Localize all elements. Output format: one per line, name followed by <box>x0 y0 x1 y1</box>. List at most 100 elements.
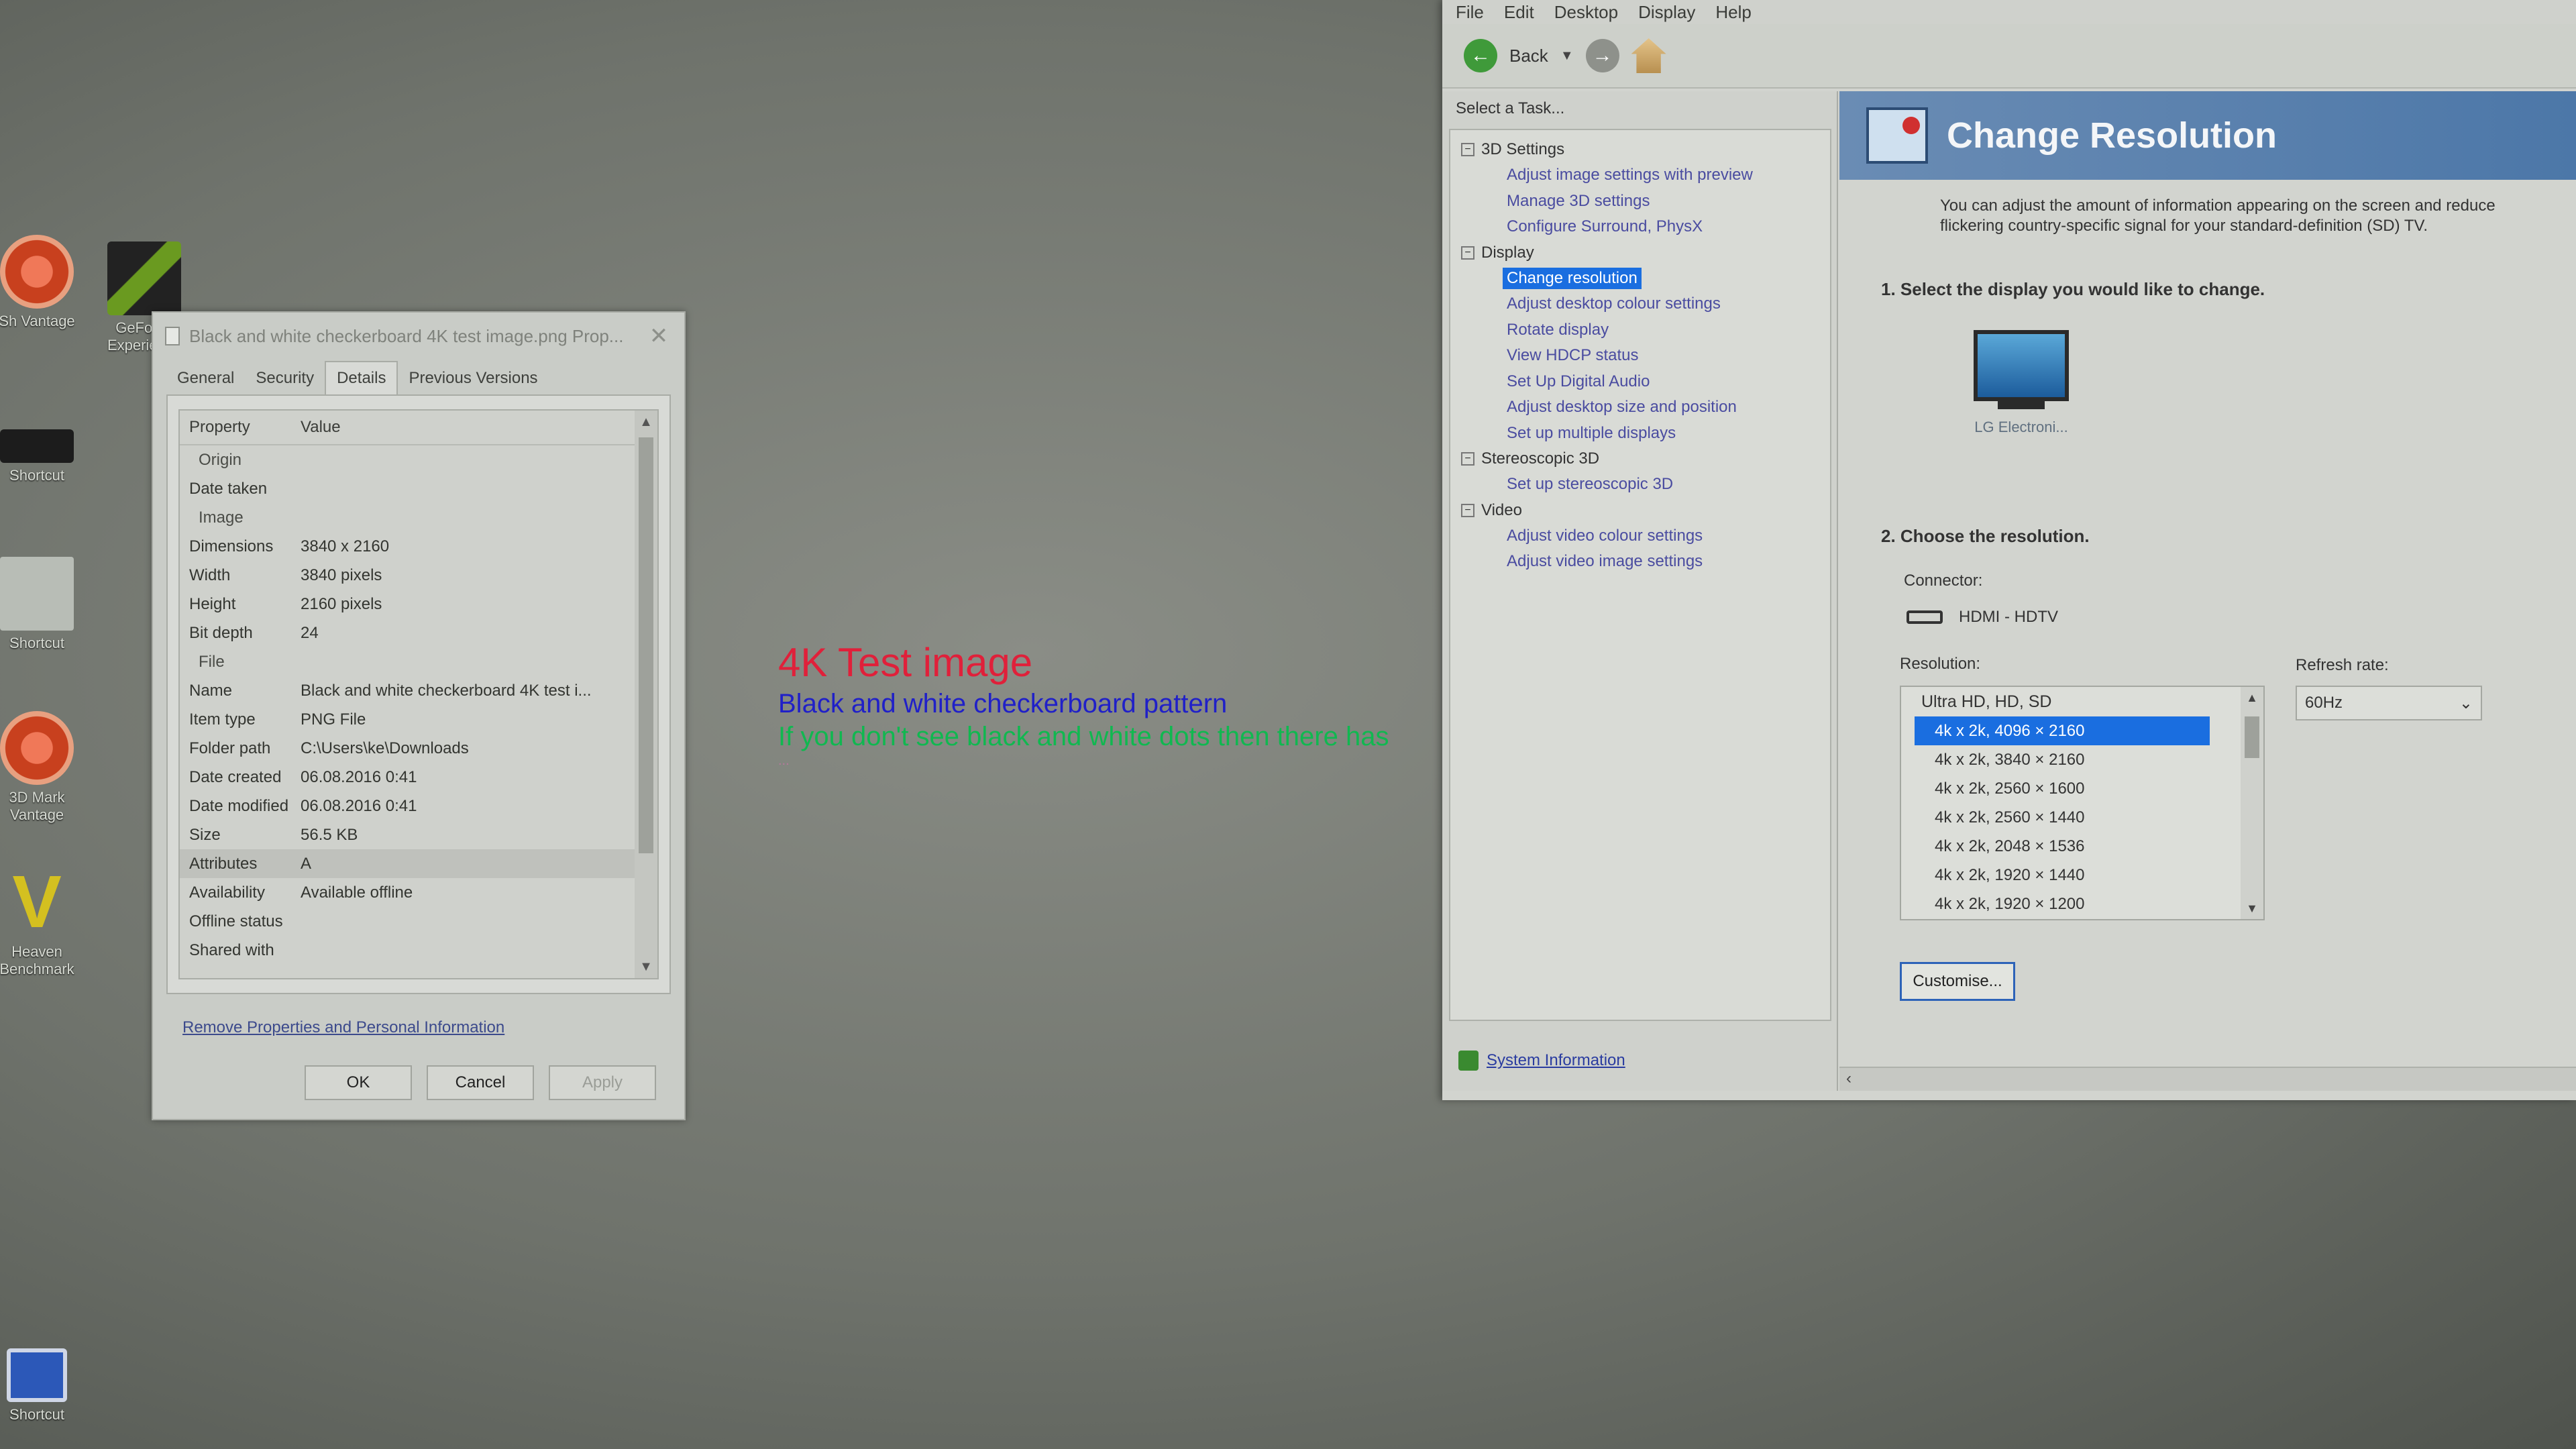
remove-properties-link[interactable]: Remove Properties and Personal Informati… <box>182 1018 504 1037</box>
tab-previous-versions[interactable]: Previous Versions <box>398 362 548 394</box>
resolution-option[interactable]: 4k x 2k, 2048 × 1536 <box>1901 832 2243 861</box>
tree-item[interactable]: Set up multiple displays <box>1450 421 1830 447</box>
tree-item[interactable]: Adjust desktop colour settings <box>1450 291 1830 317</box>
horizontal-scrollbar[interactable]: ‹ <box>1839 1067 2576 1091</box>
scroll-thumb[interactable] <box>2245 716 2259 758</box>
property-row[interactable]: Name Black and white checkerboard 4K test… <box>180 676 657 705</box>
tree-item[interactable]: Adjust desktop size and position <box>1450 394 1830 421</box>
back-button-label[interactable]: Back <box>1509 46 1548 66</box>
tree-item[interactable]: View HDCP status <box>1450 343 1830 369</box>
task-pane: Select a Task... −3D Settings Adjust imag… <box>1442 91 1838 1091</box>
collapse-icon[interactable]: − <box>1461 246 1474 260</box>
property-row[interactable]: Folder path C:\Users\ke\Downloads <box>180 734 657 763</box>
resolution-option[interactable]: 4k x 2k, 1920 × 1440 <box>1901 861 2243 890</box>
collapse-icon[interactable]: − <box>1461 452 1474 466</box>
tree-item[interactable]: Set up stereoscopic 3D <box>1450 472 1830 498</box>
tab-details[interactable]: Details <box>325 361 398 394</box>
scroll-left-icon[interactable]: ‹ <box>1846 1069 1851 1087</box>
refresh-rate-label: Refresh rate: <box>2296 656 2389 674</box>
property-list[interactable]: Property Value Origin Date taken Image Dime… <box>178 409 659 979</box>
property-row[interactable]: Date modified 06.08.2016 0:41 <box>180 792 657 820</box>
cancel-button[interactable]: Cancel <box>427 1065 534 1100</box>
vertical-scrollbar[interactable]: ▲ ▼ <box>2241 687 2263 919</box>
property-name: Attributes <box>189 854 258 873</box>
tree-group[interactable]: − Video <box>1450 498 1830 523</box>
menu-edit[interactable]: Edit <box>1504 2 1534 23</box>
resolution-option[interactable]: 4k x 2k, 2560 × 1440 <box>1901 803 2243 832</box>
menu-desktop[interactable]: Desktop <box>1554 2 1618 23</box>
tab-general[interactable]: General <box>166 362 245 394</box>
system-information-label[interactable]: System Information <box>1487 1051 1625 1070</box>
property-row[interactable]: Availability Available offline <box>180 878 657 907</box>
tree-item-label: Set up stereoscopic 3D <box>1507 475 1674 494</box>
close-icon[interactable]: ✕ <box>645 323 672 350</box>
property-row[interactable]: Offline status <box>180 907 657 936</box>
desktop-icon[interactable]: Shortcut <box>0 429 87 484</box>
ok-button[interactable]: OK <box>305 1065 412 1100</box>
property-row[interactable]: Shared with <box>180 936 657 965</box>
desktop-icon[interactable]: Shortcut <box>0 1348 87 1424</box>
system-information-link[interactable]: System Information <box>1458 1051 1625 1071</box>
tab-security[interactable]: Security <box>245 362 325 394</box>
home-icon[interactable] <box>1631 38 1666 73</box>
property-value: Black and white checkerboard 4K test i..… <box>301 681 592 700</box>
tree-item[interactable]: Rotate display <box>1450 317 1830 343</box>
tree-group[interactable]: − Display <box>1450 240 1830 266</box>
property-group-row[interactable]: Origin <box>180 445 657 474</box>
resolution-option[interactable]: 4k x 2k, 2560 × 1600 <box>1901 774 2243 803</box>
dialog-titlebar[interactable]: Black and white checkerboard 4K test ima… <box>153 313 684 360</box>
back-arrow-icon[interactable]: ← <box>1464 39 1497 72</box>
property-group-row[interactable]: File <box>180 647 657 676</box>
menu-file[interactable]: File <box>1456 2 1484 23</box>
menu-display[interactable]: Display <box>1638 2 1695 23</box>
property-row[interactable]: Bit depth 24 <box>180 619 657 647</box>
tree-group[interactable]: − Stereoscopic 3D <box>1450 446 1830 472</box>
property-row[interactable]: Item type PNG File <box>180 705 657 734</box>
apply-button[interactable]: Apply <box>549 1065 656 1100</box>
forward-arrow-icon[interactable]: → <box>1585 39 1619 72</box>
property-row[interactable]: Dimensions 3840 x 2160 <box>180 532 657 561</box>
refresh-rate-value: 60Hz <box>2305 694 2343 712</box>
scroll-down-icon[interactable]: ▼ <box>2241 898 2263 919</box>
customise-button[interactable]: Customise... <box>1900 962 2015 1001</box>
tree-item[interactable]: Manage 3D settings <box>1450 189 1830 215</box>
scroll-up-icon[interactable]: ▲ <box>635 411 657 433</box>
resolution-option[interactable]: 4k x 2k, 3840 × 2160 <box>1901 745 2243 774</box>
collapse-icon[interactable]: − <box>1461 503 1474 517</box>
resolution-option[interactable]: 4k x 2k, 4096 × 2160 <box>1915 716 2210 745</box>
desktop-icon[interactable]: V Heaven Benchmark <box>0 865 87 978</box>
tree-item[interactable]: Adjust video image settings <box>1450 549 1830 575</box>
property-group-row[interactable]: Image <box>180 503 657 532</box>
scroll-down-icon[interactable]: ▼ <box>635 955 657 978</box>
desktop-icon[interactable]: Shortcut <box>0 557 87 652</box>
refresh-rate-select[interactable]: 60Hz ⌄ <box>2296 686 2482 720</box>
property-row[interactable]: Width 3840 pixels <box>180 561 657 590</box>
resolution-list[interactable]: Ultra HD, HD, SD 4k x 2k, 4096 × 2160 4k … <box>1900 686 2265 920</box>
desktop-icon[interactable]: 3D Mark Vantage <box>0 711 87 824</box>
property-row[interactable]: Height 2160 pixels <box>180 590 657 619</box>
resolution-option[interactable]: 4k x 2k, 1920 × 1200 <box>1901 890 2243 918</box>
tree-item-label: View HDCP status <box>1507 346 1639 365</box>
column-property[interactable]: Property <box>180 418 301 437</box>
column-value[interactable]: Value <box>301 418 341 437</box>
tree-group[interactable]: −3D Settings <box>1450 137 1830 162</box>
tree-item[interactable]: Configure Surround, PhysX <box>1450 214 1830 240</box>
property-row[interactable]: Date taken <box>180 474 657 503</box>
back-dropdown-icon[interactable]: ▼ <box>1560 48 1574 64</box>
desktop-icon[interactable]: Sh Vantage <box>0 235 87 330</box>
tree-item[interactable]: Change resolution <box>1450 266 1830 292</box>
scroll-up-icon[interactable]: ▲ <box>2241 687 2263 708</box>
property-row[interactable]: Date created 06.08.2016 0:41 <box>180 763 657 792</box>
tree-item-label: Adjust desktop colour settings <box>1507 294 1721 313</box>
scroll-thumb[interactable] <box>639 437 653 853</box>
tree-item[interactable]: Set Up Digital Audio <box>1450 369 1830 395</box>
tree-item[interactable]: Adjust video colour settings <box>1450 523 1830 549</box>
tree-item[interactable]: Adjust image settings with preview <box>1450 162 1830 189</box>
collapse-icon[interactable]: − <box>1461 143 1474 156</box>
property-row[interactable]: Attributes A <box>180 849 657 878</box>
display-selector[interactable]: LG Electroni... <box>1974 330 2069 436</box>
vertical-scrollbar[interactable]: ▲ ▼ <box>635 411 657 978</box>
property-value: 56.5 KB <box>301 825 358 844</box>
property-row[interactable]: Size 56.5 KB <box>180 820 657 849</box>
menu-help[interactable]: Help <box>1715 2 1751 23</box>
